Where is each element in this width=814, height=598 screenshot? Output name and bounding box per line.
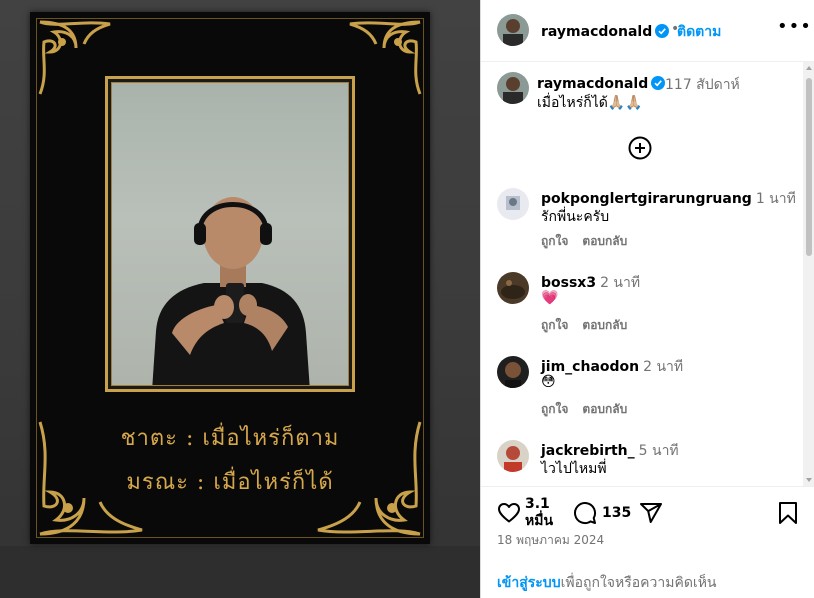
login-link[interactable]: เข้าสู่ระบบ xyxy=(497,575,561,591)
like-count[interactable]: 3.1 หมื่น xyxy=(525,496,565,530)
comment-username-text[interactable]: jim_chaodon xyxy=(541,359,639,375)
comment-count: 135 xyxy=(602,505,632,521)
comment-reply-button[interactable]: ตอบกลับ xyxy=(582,318,627,332)
commenter-avatar[interactable] xyxy=(497,440,529,472)
caption-text: เมื่อไหร่ก็ได้🙏🏼🙏🏼 xyxy=(537,95,643,111)
comment-icon[interactable] xyxy=(573,501,597,525)
comment-text: 😳 xyxy=(541,374,556,390)
comment-text: 💗 xyxy=(541,290,559,306)
caption-author-avatar[interactable] xyxy=(497,72,529,104)
comment-time: 2 นาที xyxy=(643,359,684,375)
comment-item: jackrebirth_ 5 นาที ไวไปไหมพี่ xyxy=(481,440,803,486)
scroll-down-arrow-icon[interactable] xyxy=(806,478,812,482)
comment-username-text[interactable]: bossx3 xyxy=(541,275,596,291)
comment-username-text[interactable]: pokponglertgirarungruang xyxy=(541,191,752,207)
ornament-top-left xyxy=(38,20,111,95)
comment-time: 5 นาที xyxy=(638,443,679,459)
post-actions-bar: 3.1 หมื่น 135 18 พฤษภาคม 2024 เข้าสู่ระบ… xyxy=(481,486,814,598)
scroll-up-arrow-icon[interactable] xyxy=(806,66,812,70)
follow-button[interactable]: ติดตาม xyxy=(677,21,721,43)
comment-time: 2 นาที xyxy=(600,275,641,291)
comment-like-button[interactable]: ถูกใจ xyxy=(541,318,568,332)
comment-text: ไวไปไหมพี่ xyxy=(541,461,607,477)
comments-list[interactable]: raymacdonald 117 สัปดาห์ เมื่อไหร่ก็ได้🙏… xyxy=(481,62,803,486)
author-avatar[interactable] xyxy=(497,14,529,46)
ornament-top-right xyxy=(349,20,422,95)
comment-username-text[interactable]: jackrebirth_ xyxy=(541,443,635,459)
person-silhouette xyxy=(152,197,310,385)
comment-actions: ถูกใจ ตอบกลับ xyxy=(541,400,641,419)
commenter-avatar[interactable] xyxy=(497,272,529,304)
login-prompt-text: เพื่อถูกใจหรือความคิดเห็น xyxy=(560,575,717,591)
memorial-caption-line-1: ชาตะ : เมื่อไหร่ก็ตาม xyxy=(120,426,340,451)
photo-frame xyxy=(105,76,355,392)
caption-username[interactable]: raymacdonald xyxy=(537,76,648,92)
comment-text: รักพี่นะครับ xyxy=(541,209,610,225)
comment-actions: ถูกใจ ตอบกลับ xyxy=(541,232,641,251)
verified-badge-icon xyxy=(655,24,670,38)
mirror-photo xyxy=(111,82,349,386)
verified-badge-icon xyxy=(651,76,666,90)
comment-item: pokponglertgirarungruang 1 นาที รักพี่นะค… xyxy=(481,188,803,272)
comment-username[interactable]: jim_chaodon 2 นาที xyxy=(541,356,683,378)
scroll-thumb[interactable] xyxy=(806,78,812,256)
floor xyxy=(0,546,480,598)
share-icon[interactable] xyxy=(639,501,663,525)
comment-like-button[interactable]: ถูกใจ xyxy=(541,234,568,248)
memorial-board: ชาตะ : เมื่อไหร่ก็ตาม มรณะ : เมื่อไหร่ก็… xyxy=(30,12,430,544)
comments-scrollbar[interactable] xyxy=(803,62,814,486)
comment-reply-button[interactable]: ตอบกลับ xyxy=(582,234,627,248)
author-username-link[interactable]: raymacdonald xyxy=(541,21,670,40)
post-date: 18 พฤษภาคม 2024 xyxy=(497,533,605,547)
comment-like-button[interactable]: ถูกใจ xyxy=(541,402,568,416)
comment-reply-button[interactable]: ตอบกลับ xyxy=(582,402,627,416)
memorial-caption-line-2: มรณะ : เมื่อไหร่ก็ได้ xyxy=(126,470,334,495)
comment-time: 1 นาที xyxy=(755,191,796,207)
commenter-avatar[interactable] xyxy=(497,188,529,220)
heart-icon[interactable] xyxy=(497,501,521,525)
load-more-comments-icon[interactable] xyxy=(628,136,652,160)
comment-item: bossx3 2 นาที 💗 ถูกใจ ตอบกลับ xyxy=(481,272,803,356)
more-options-icon[interactable]: ••• xyxy=(777,16,812,37)
caption-username-link[interactable]: raymacdonald xyxy=(537,73,666,92)
author-username[interactable]: raymacdonald xyxy=(541,24,652,40)
bookmark-icon[interactable] xyxy=(777,501,799,525)
comment-item: jim_chaodon 2 นาที 😳 ถูกใจ ตอบกลับ xyxy=(481,356,803,440)
commenter-avatar[interactable] xyxy=(497,356,529,388)
comment-actions: ถูกใจ ตอบกลับ xyxy=(541,316,641,335)
caption-time: 117 สัปดาห์ xyxy=(665,77,740,93)
login-prompt: เข้าสู่ระบบเพื่อถูกใจหรือความคิดเห็น xyxy=(497,572,717,594)
post-info-panel: raymacdonald • ติดตาม ••• raymacdonald 1… xyxy=(480,0,814,598)
post-header: raymacdonald • ติดตาม ••• xyxy=(481,0,814,62)
post-media[interactable]: ชาตะ : เมื่อไหร่ก็ตาม มรณะ : เมื่อไหร่ก็… xyxy=(0,0,480,598)
